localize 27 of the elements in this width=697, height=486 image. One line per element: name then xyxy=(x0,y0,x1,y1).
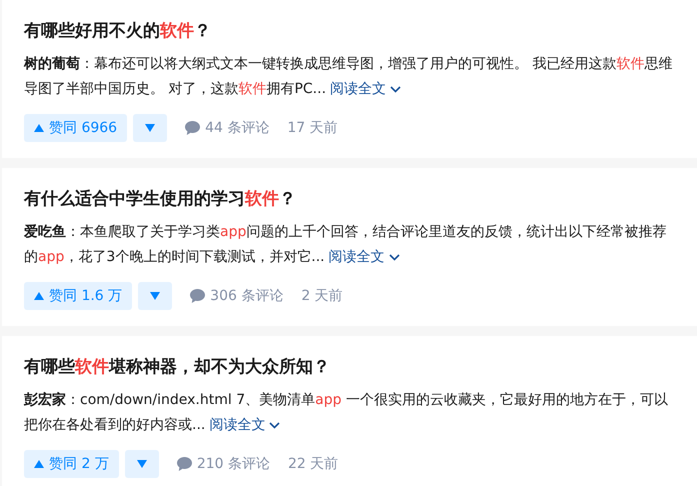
chevron-down-icon xyxy=(390,86,402,93)
read-more-link[interactable]: 阅读全文 xyxy=(209,413,280,438)
chevron-down-icon xyxy=(269,422,280,429)
triangle-up-icon xyxy=(34,124,44,132)
post-time: 17 天前 xyxy=(287,119,338,137)
comment-icon xyxy=(176,457,192,471)
triangle-up-icon xyxy=(34,292,44,300)
triangle-down-icon xyxy=(150,292,160,300)
question-title[interactable]: 有哪些好用不火的软件？ xyxy=(24,18,677,44)
triangle-up-icon xyxy=(34,460,44,468)
downvote-button[interactable] xyxy=(133,114,168,142)
answer-excerpt: 彭宏家：com/down/index.html 7、美物清单app 一个很实用的云收藏夹，它最好用的地方在于，可以把你在各处看到的好内容或... 阅读全文 xyxy=(24,388,679,438)
triangle-down-icon xyxy=(145,124,156,132)
read-more-link[interactable]: 阅读全文 xyxy=(328,245,400,270)
triangle-down-icon xyxy=(136,460,147,468)
answer-excerpt: 树的葡萄：幕布还可以将大纲式文本一键转换成思维导图，增强了用户的可视性。 我已经用这款软件思维导图了半部中国历史。 对了，这款软件拥有PC... 阅读全文 xyxy=(24,52,679,102)
post-time: 22 天前 xyxy=(288,455,338,473)
comment-icon xyxy=(185,121,200,135)
post-time: 2 天前 xyxy=(301,287,343,305)
comment-icon xyxy=(190,289,206,303)
answer-excerpt: 爱吃鱼：本鱼爬取了关于学习类app问题的上千个回答，结合评论里道友的反馈，统计出以下经常被推荐的app，花了3个晚上的时间下载测试，并对它... 阅读全文 xyxy=(24,220,679,270)
downvote-button[interactable] xyxy=(124,450,159,478)
question-title[interactable]: 有什么适合中学生使用的学习软件？ xyxy=(24,186,677,212)
question-title[interactable]: 有哪些软件堪称神器，却不为大众所知？ xyxy=(24,354,677,380)
read-more-link[interactable]: 阅读全文 xyxy=(330,77,402,102)
chevron-down-icon xyxy=(388,254,400,261)
downvote-button[interactable] xyxy=(138,282,172,310)
